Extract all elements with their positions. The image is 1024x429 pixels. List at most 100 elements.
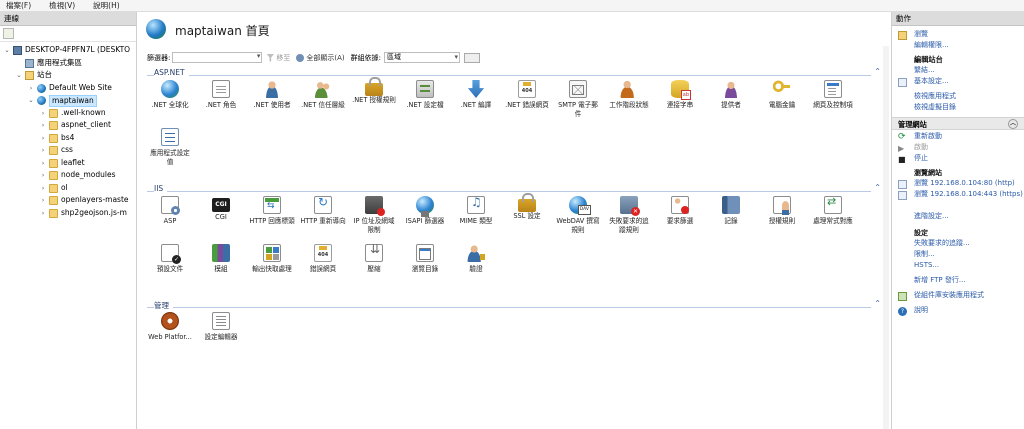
failed-tracing-link[interactable]: 失敗要求的追蹤... xyxy=(892,239,1024,250)
feature-tile[interactable]: WebDAV 撰寫規則 xyxy=(555,196,601,234)
tree-node[interactable]: › ol xyxy=(0,182,136,195)
feature-tile[interactable]: 連接字串 xyxy=(657,80,703,110)
tree-node[interactable]: › openlayers-maste xyxy=(0,194,136,207)
feature-tile[interactable]: 應用程式設定值 xyxy=(147,128,193,166)
tree-node[interactable]: › css xyxy=(0,144,136,157)
section-header[interactable]: IIS ⌃ xyxy=(147,183,881,194)
menu-file[interactable]: 檔案(F) xyxy=(6,0,31,11)
feature-tile[interactable]: ASP xyxy=(147,196,193,226)
tree-node[interactable]: ⌄ maptaiwan xyxy=(0,94,136,107)
feature-tile[interactable]: 輸出快取處理 xyxy=(249,244,295,274)
feature-tile[interactable]: 驗證 xyxy=(453,244,499,274)
feature-tile[interactable]: 工作階段狀態 xyxy=(606,80,652,110)
feature-tile[interactable]: 要求篩選 xyxy=(657,196,703,226)
restart-link[interactable]: ⟳ 重新啟動 xyxy=(892,132,1024,143)
feature-tile[interactable]: .NET 編譯 xyxy=(453,80,499,110)
tree-node[interactable]: ⌄ DESKTOP-4FPFN7L (DESKTO xyxy=(0,44,136,57)
feature-tile[interactable]: .NET 設定檔 xyxy=(402,80,448,110)
collapsed-chevron-icon[interactable]: › xyxy=(27,82,35,95)
view-virtual-dirs-link[interactable]: 檢視虛擬目錄 xyxy=(892,103,1024,114)
feature-tile[interactable]: .NET 授權規則 xyxy=(351,77,397,105)
feature-tile[interactable]: HTTP 回應標頭 xyxy=(249,196,295,226)
feature-tile[interactable]: IP 位址及網域限制 xyxy=(351,196,397,234)
feature-tile[interactable]: 預設文件 xyxy=(147,244,193,274)
stop-link[interactable]: ■ 停止 xyxy=(892,154,1024,165)
expanded-chevron-icon[interactable]: ⌄ xyxy=(27,94,35,107)
tree-node[interactable]: › aspnet_client xyxy=(0,119,136,132)
explore-link[interactable]: 瀏覽 xyxy=(892,30,1024,41)
tree-node[interactable]: › .well-known xyxy=(0,107,136,120)
browse-https-link[interactable]: 瀏覽 192.168.0.104:443 (https) xyxy=(892,190,1024,210)
help-link[interactable]: ? 說明 xyxy=(892,306,1024,317)
connect-icon[interactable] xyxy=(3,28,14,39)
feature-tile[interactable]: 錯誤網頁 xyxy=(300,244,346,274)
basic-settings-link[interactable]: 基本設定... xyxy=(892,77,1024,88)
feature-tile[interactable]: 提供者 xyxy=(708,80,754,110)
collapse-chevron-icon[interactable]: ︿ xyxy=(1008,119,1018,129)
collapse-chevron-icon[interactable]: ⌃ xyxy=(874,183,881,192)
section-header[interactable]: ASP.NET ⌃ xyxy=(147,67,881,78)
hsts-link[interactable]: HSTS... xyxy=(892,261,1024,272)
feature-tile[interactable]: MIME 類型 xyxy=(453,196,499,226)
feature-tile[interactable]: 記錄 xyxy=(708,196,754,226)
tree-node[interactable]: › shp2geojson.js-m xyxy=(0,207,136,220)
feature-tile[interactable]: 壓縮 xyxy=(351,244,397,274)
group-by-select[interactable]: 區域 xyxy=(383,52,460,63)
feature-tile[interactable]: .NET 角色 xyxy=(198,80,244,110)
feature-tile[interactable]: .NET 信任層級 xyxy=(300,80,346,110)
feature-tile[interactable]: 授權規則 xyxy=(759,196,805,226)
feature-tile[interactable]: Web Platfor... xyxy=(147,312,193,342)
collapsed-chevron-icon[interactable]: › xyxy=(39,182,47,195)
collapsed-chevron-icon[interactable]: › xyxy=(39,119,47,132)
collapsed-chevron-icon[interactable]: › xyxy=(39,144,47,157)
collapsed-chevron-icon[interactable]: › xyxy=(39,169,47,182)
feature-tile[interactable]: .NET 錯誤網頁 xyxy=(504,80,550,110)
filter-input[interactable] xyxy=(172,52,263,63)
collapsed-chevron-icon[interactable]: › xyxy=(39,207,47,220)
tree-node[interactable]: › Default Web Site xyxy=(0,82,136,95)
feature-tile[interactable]: 網頁及控制項 xyxy=(810,80,856,110)
collapse-chevron-icon[interactable]: ⌃ xyxy=(874,67,881,76)
feature-tile[interactable]: HTTP 重新導向 xyxy=(300,196,346,226)
collapse-chevron-icon[interactable]: ⌃ xyxy=(874,299,881,308)
feature-tile[interactable]: .NET 使用者 xyxy=(249,80,295,110)
start-link[interactable]: ▶ 啟動 xyxy=(892,143,1024,154)
limits-link[interactable]: 限制... xyxy=(892,250,1024,261)
feature-tile[interactable]: ISAPI 篩選器 xyxy=(402,196,448,226)
collapsed-chevron-icon[interactable]: › xyxy=(39,157,47,170)
add-ftp-link[interactable]: 新增 FTP 發行... xyxy=(892,276,1024,287)
feature-tile[interactable]: 模組 xyxy=(198,244,244,274)
feature-tile[interactable]: 電腦金鑰 xyxy=(759,80,805,110)
collapsed-chevron-icon[interactable]: › xyxy=(39,132,47,145)
expanded-chevron-icon[interactable]: ⌄ xyxy=(15,69,23,82)
view-applications-link[interactable]: 檢視應用程式 xyxy=(892,92,1024,103)
feature-tile[interactable]: 失敗要求的追蹤規則 xyxy=(606,196,652,234)
section-header[interactable]: 管理 ⌃ xyxy=(147,299,881,311)
collapsed-chevron-icon[interactable]: › xyxy=(39,194,47,207)
tree-node[interactable]: › leaflet xyxy=(0,157,136,170)
tree-node[interactable]: › node_modules xyxy=(0,169,136,182)
view-mode-button[interactable] xyxy=(463,52,480,63)
menu-help[interactable]: 說明(H) xyxy=(93,0,120,11)
menu-view[interactable]: 檢視(V) xyxy=(49,0,75,11)
tree-node[interactable]: › bs4 xyxy=(0,132,136,145)
feature-tile[interactable]: 處理常式對應 xyxy=(810,196,856,226)
tree-node[interactable]: ⌄ 站台 xyxy=(0,69,136,82)
vertical-scrollbar[interactable] xyxy=(883,46,889,429)
feature-tile[interactable]: SMTP 電子郵件 xyxy=(555,80,601,118)
go-button[interactable]: 移至 xyxy=(266,53,290,63)
install-gallery-link[interactable]: 從組件庫安裝應用程式 xyxy=(892,291,1024,302)
edit-permissions-link[interactable]: 編輯權限... xyxy=(892,41,1024,52)
show-all-button[interactable]: 全部顯示(A) xyxy=(296,53,345,63)
tree-node[interactable]: 應用程式集區 xyxy=(0,57,136,70)
feature-tile[interactable]: .NET 全球化 xyxy=(147,80,193,110)
feature-tile[interactable]: 瀏覽目錄 xyxy=(402,244,448,274)
feature-tile[interactable]: CGI CGI xyxy=(198,196,244,222)
bindings-link[interactable]: 繫結... xyxy=(892,66,1024,77)
advanced-settings-link[interactable]: 進階設定... xyxy=(892,212,1024,223)
collapsed-chevron-icon[interactable]: › xyxy=(39,107,47,120)
browse-http-link[interactable]: 瀏覽 192.168.0.104:80 (http) xyxy=(892,179,1024,190)
feature-tile[interactable]: 設定編輯器 xyxy=(198,312,244,342)
feature-tile[interactable]: SSL 設定 xyxy=(504,193,550,221)
expanded-chevron-icon[interactable]: ⌄ xyxy=(3,44,11,57)
